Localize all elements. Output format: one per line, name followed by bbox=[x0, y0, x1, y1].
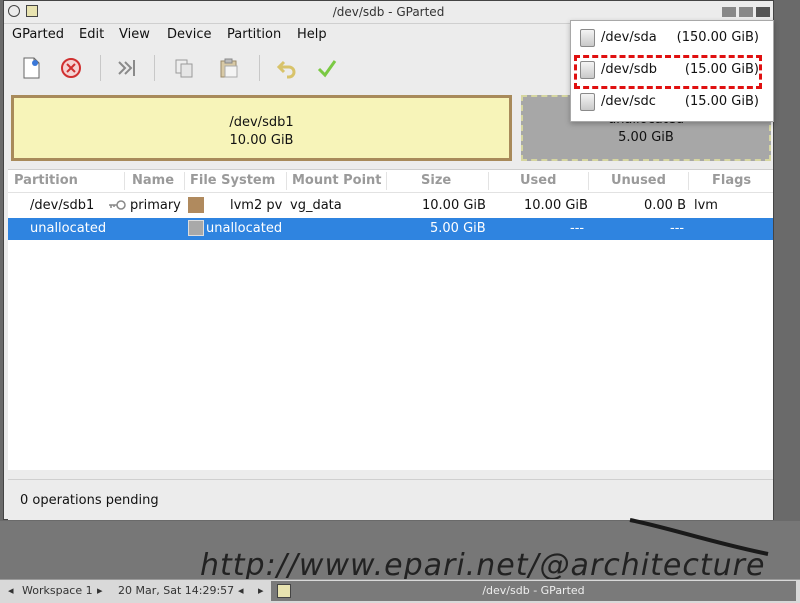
taskbar-task-gparted[interactable]: /dev/sdb - GParted bbox=[271, 581, 796, 601]
cell-unused: 0.00 B bbox=[644, 198, 686, 213]
device-name: /dev/sda bbox=[601, 30, 657, 45]
column-unused[interactable]: Unused bbox=[611, 173, 666, 188]
partition-table: Partition Name File System Mount Point S… bbox=[8, 169, 773, 470]
cell-name: primary bbox=[130, 198, 181, 213]
clock: 20 Mar, Sat 14:29:57 bbox=[118, 584, 235, 597]
column-file-system[interactable]: File System bbox=[190, 173, 275, 188]
close-button[interactable] bbox=[756, 7, 770, 17]
table-row-selected[interactable]: unallocated unallocated 5.00 GiB --- --- bbox=[8, 218, 773, 240]
task-prev-icon[interactable]: ◂ bbox=[238, 584, 244, 597]
paste-icon[interactable] bbox=[214, 53, 244, 83]
workspace-prev-icon[interactable]: ◂ bbox=[8, 584, 14, 597]
operations-pending: 0 operations pending bbox=[20, 493, 159, 508]
menu-edit[interactable]: Edit bbox=[79, 27, 104, 42]
cell-used: 10.00 GiB bbox=[524, 198, 588, 213]
cell-size: 10.00 GiB bbox=[422, 198, 486, 213]
unallocated-block-size: 5.00 GiB bbox=[618, 130, 674, 145]
key-icon bbox=[109, 200, 126, 210]
hard-disk-icon bbox=[580, 29, 595, 47]
cell-mount-point: vg_data bbox=[290, 198, 342, 213]
device-item-sdc[interactable]: /dev/sdc (15.00 GiB) bbox=[571, 87, 773, 117]
resize-move-icon[interactable] bbox=[112, 53, 142, 83]
device-item-sda[interactable]: /dev/sda (150.00 GiB) bbox=[571, 23, 773, 53]
cell-file-system: unallocated bbox=[206, 221, 283, 236]
filesystem-color-swatch bbox=[188, 197, 204, 213]
menu-gparted[interactable]: GParted bbox=[12, 27, 64, 42]
menu-view[interactable]: View bbox=[119, 27, 150, 42]
column-size[interactable]: Size bbox=[421, 173, 451, 188]
table-header: Partition Name File System Mount Point S… bbox=[8, 170, 773, 193]
cell-size: 5.00 GiB bbox=[430, 221, 486, 236]
partition-block-size: 10.00 GiB bbox=[229, 133, 294, 148]
cell-used: --- bbox=[570, 221, 585, 236]
device-size: (15.00 GiB) bbox=[684, 62, 759, 77]
undo-icon[interactable] bbox=[272, 53, 302, 83]
partition-block-name: /dev/sdb1 bbox=[229, 115, 294, 130]
device-item-sdb[interactable]: /dev/sdb (15.00 GiB) bbox=[571, 55, 773, 85]
device-size: (150.00 GiB) bbox=[676, 30, 759, 45]
cell-flags: lvm bbox=[694, 198, 718, 213]
minimize-button[interactable] bbox=[722, 7, 736, 17]
device-size: (15.00 GiB) bbox=[684, 94, 759, 109]
menu-partition[interactable]: Partition bbox=[227, 27, 281, 42]
new-partition-icon[interactable] bbox=[16, 53, 46, 83]
hard-disk-icon bbox=[580, 93, 595, 111]
workspace-label[interactable]: Workspace 1 bbox=[22, 584, 93, 597]
cell-partition: /dev/sdb1 bbox=[30, 198, 95, 213]
hard-disk-icon bbox=[580, 61, 595, 79]
partition-block-sdb1[interactable]: /dev/sdb1 10.00 GiB bbox=[11, 95, 512, 161]
menu-help[interactable]: Help bbox=[297, 27, 327, 42]
copy-icon[interactable] bbox=[169, 53, 199, 83]
task-title: /dev/sdb - GParted bbox=[482, 584, 585, 597]
watermark-text: http://www.epari.net/@architecture bbox=[200, 548, 766, 583]
column-used[interactable]: Used bbox=[520, 173, 556, 188]
cell-file-system: lvm2 pv bbox=[230, 198, 283, 213]
column-flags[interactable]: Flags bbox=[712, 173, 751, 188]
column-mount-point[interactable]: Mount Point bbox=[292, 173, 382, 188]
column-partition[interactable]: Partition bbox=[14, 173, 78, 188]
device-name: /dev/sdb bbox=[601, 62, 657, 77]
statusbar: 0 operations pending bbox=[8, 479, 773, 520]
maximize-button[interactable] bbox=[739, 7, 753, 17]
apply-icon[interactable] bbox=[312, 53, 342, 83]
device-dropdown: /dev/sda (150.00 GiB) /dev/sdb (15.00 Gi… bbox=[570, 20, 774, 122]
delete-partition-icon[interactable] bbox=[56, 53, 86, 83]
table-row[interactable]: /dev/sdb1 primary lvm2 pv vg_data 10.00 … bbox=[8, 195, 773, 217]
workspace-next-icon[interactable]: ▸ bbox=[97, 584, 103, 597]
device-name: /dev/sdc bbox=[601, 94, 656, 109]
task-next-icon[interactable]: ▸ bbox=[258, 584, 264, 597]
column-name[interactable]: Name bbox=[132, 173, 174, 188]
cell-unused: --- bbox=[670, 221, 685, 236]
taskbar: ◂ Workspace 1 ▸ 20 Mar, Sat 14:29:57 ◂ ▸… bbox=[0, 579, 800, 603]
cell-partition: unallocated bbox=[30, 221, 107, 236]
filesystem-color-swatch bbox=[188, 220, 204, 236]
menu-device[interactable]: Device bbox=[167, 27, 211, 42]
window-title: /dev/sdb - GParted bbox=[332, 5, 445, 19]
